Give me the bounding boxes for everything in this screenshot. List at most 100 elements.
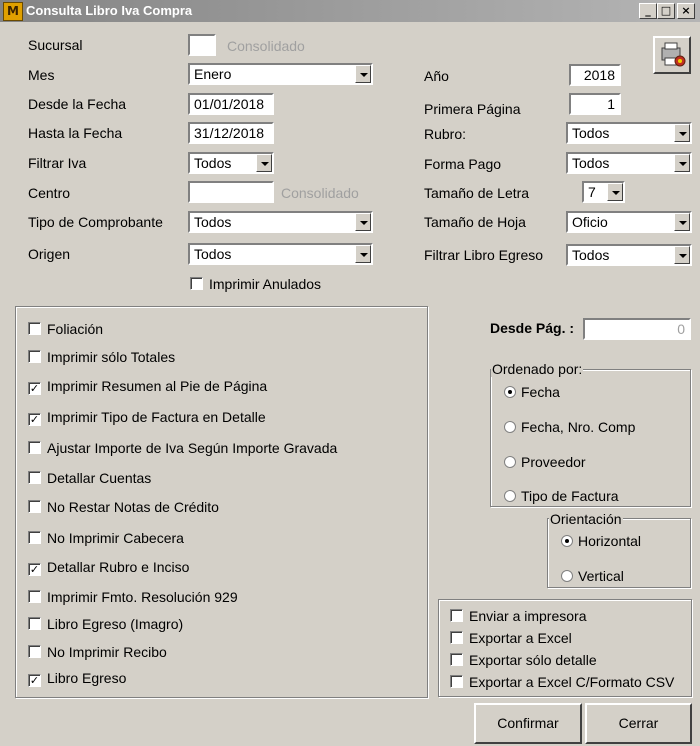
option-label: Imprimir sólo Totales bbox=[47, 349, 176, 365]
radio-label: Fecha, Nro. Comp bbox=[521, 419, 636, 435]
cerrar-button[interactable]: Cerrar bbox=[585, 703, 692, 744]
hasta-fecha-label: Hasta la Fecha bbox=[28, 125, 123, 141]
chevron-down-icon[interactable] bbox=[607, 183, 623, 201]
minimize-icon[interactable]: _ bbox=[639, 3, 657, 19]
option-checkbox[interactable]: Detallar Cuentas bbox=[28, 470, 151, 486]
checkbox-icon[interactable] bbox=[190, 277, 203, 290]
tipo-comprobante-label: Tipo de Comprobante bbox=[28, 214, 163, 230]
option-label: Detallar Cuentas bbox=[47, 470, 152, 486]
checkbox-icon[interactable] bbox=[28, 500, 41, 513]
option-checkbox[interactable]: Imprimir sólo Totales bbox=[28, 349, 175, 365]
mes-label: Mes bbox=[28, 67, 55, 83]
chevron-down-icon[interactable] bbox=[674, 124, 690, 142]
output-option-label: Exportar a Excel bbox=[469, 630, 572, 646]
checkbox-icon[interactable] bbox=[28, 471, 41, 484]
desde-pag-input[interactable]: 0 bbox=[583, 318, 691, 340]
option-checkbox[interactable]: No Imprimir Cabecera bbox=[28, 530, 184, 546]
option-checkbox[interactable]: No Restar Notas de Crédito bbox=[28, 499, 219, 515]
checkbox-icon[interactable] bbox=[28, 590, 41, 603]
output-option-checkbox[interactable]: Exportar a Excel C/Formato CSV bbox=[450, 674, 674, 690]
desde-fecha-label: Desde la Fecha bbox=[28, 96, 127, 112]
tipo-comprobante-select[interactable]: Todos bbox=[188, 211, 373, 233]
chevron-down-icon[interactable] bbox=[674, 246, 690, 264]
filtrar-libro-egreso-label: Filtrar Libro Egreso bbox=[424, 247, 544, 263]
option-checkbox[interactable]: ✓ Detallar Rubro e Inciso bbox=[28, 559, 189, 576]
sucursal-input[interactable] bbox=[188, 34, 216, 56]
printer-settings-button[interactable] bbox=[653, 36, 691, 74]
primera-pagina-label: Primera Página bbox=[424, 101, 521, 117]
radio-option[interactable]: Tipo de Factura bbox=[504, 488, 619, 504]
checkbox-icon[interactable]: ✓ bbox=[28, 674, 41, 687]
imprimir-anulados-checkbox[interactable]: Imprimir Anulados bbox=[190, 276, 321, 292]
filtrar-iva-select[interactable]: Todos bbox=[188, 152, 274, 174]
radio-icon[interactable] bbox=[561, 570, 573, 582]
option-checkbox[interactable]: Ajustar Importe de Iva Según Importe Gra… bbox=[28, 440, 337, 456]
checkbox-icon[interactable] bbox=[450, 631, 463, 644]
sucursal-consolidado-hint: Consolidado bbox=[227, 38, 305, 54]
option-label: No Restar Notas de Crédito bbox=[47, 499, 219, 515]
option-checkbox[interactable]: ✓ Libro Egreso bbox=[28, 670, 126, 687]
chevron-down-icon[interactable] bbox=[355, 213, 371, 231]
option-label: Libro Egreso bbox=[47, 670, 127, 686]
tamano-letra-select[interactable]: 7 bbox=[582, 181, 625, 203]
radio-option[interactable]: Horizontal bbox=[561, 533, 641, 549]
sucursal-label: Sucursal bbox=[28, 37, 83, 53]
forma-pago-select[interactable]: Todos bbox=[566, 152, 692, 174]
maximize-icon[interactable]: □ bbox=[657, 3, 675, 19]
option-checkbox[interactable]: No Imprimir Recibo bbox=[28, 644, 167, 660]
radio-icon[interactable] bbox=[504, 456, 516, 468]
option-checkbox[interactable]: Foliación bbox=[28, 321, 103, 337]
output-option-checkbox[interactable]: Enviar a impresora bbox=[450, 608, 587, 624]
checkbox-icon[interactable]: ✓ bbox=[28, 382, 41, 395]
checkbox-icon[interactable] bbox=[28, 617, 41, 630]
mes-select[interactable]: Enero bbox=[188, 63, 373, 85]
output-option-checkbox[interactable]: Exportar a Excel bbox=[450, 630, 572, 646]
option-label: Imprimir Resumen al Pie de Página bbox=[47, 378, 268, 394]
radio-icon[interactable] bbox=[504, 386, 516, 398]
output-option-checkbox[interactable]: Exportar sólo detalle bbox=[450, 652, 597, 668]
checkbox-icon[interactable] bbox=[450, 675, 463, 688]
rubro-label: Rubro: bbox=[424, 126, 467, 142]
radio-option[interactable]: Fecha bbox=[504, 384, 560, 400]
checkbox-icon[interactable] bbox=[28, 322, 41, 335]
origen-select[interactable]: Todos bbox=[188, 243, 373, 265]
rubro-select[interactable]: Todos bbox=[566, 122, 692, 144]
confirmar-button[interactable]: Confirmar bbox=[474, 703, 582, 744]
chevron-down-icon[interactable] bbox=[355, 65, 371, 83]
option-checkbox[interactable]: ✓ Imprimir Resumen al Pie de Página bbox=[28, 378, 267, 395]
checkbox-icon[interactable] bbox=[450, 609, 463, 622]
radio-option[interactable]: Fecha, Nro. Comp bbox=[504, 419, 635, 435]
checkbox-icon[interactable] bbox=[450, 653, 463, 666]
radio-icon[interactable] bbox=[504, 490, 516, 502]
output-option-label: Exportar a Excel C/Formato CSV bbox=[469, 674, 675, 690]
desde-fecha-input[interactable]: 01/01/2018 bbox=[188, 93, 274, 115]
primera-pagina-input[interactable]: 1 bbox=[569, 93, 621, 115]
centro-input[interactable] bbox=[188, 181, 274, 203]
option-checkbox[interactable]: Libro Egreso (Imagro) bbox=[28, 616, 183, 632]
chevron-down-icon[interactable] bbox=[355, 245, 371, 263]
option-label: No Imprimir Recibo bbox=[47, 644, 167, 660]
checkbox-icon[interactable] bbox=[28, 531, 41, 544]
filtrar-libro-egreso-select[interactable]: Todos bbox=[566, 244, 692, 266]
ordenado-por-title: Ordenado por: bbox=[491, 361, 584, 377]
radio-option[interactable]: Proveedor bbox=[504, 454, 586, 470]
checkbox-icon[interactable] bbox=[28, 350, 41, 363]
checkbox-icon[interactable] bbox=[28, 441, 41, 454]
checkbox-icon[interactable]: ✓ bbox=[28, 413, 41, 426]
checkbox-icon[interactable]: ✓ bbox=[28, 563, 41, 576]
anio-input[interactable]: 2018 bbox=[569, 64, 621, 86]
option-label: Detallar Rubro e Inciso bbox=[47, 559, 190, 575]
close-icon[interactable]: × bbox=[677, 3, 695, 19]
radio-icon[interactable] bbox=[561, 535, 573, 547]
chevron-down-icon[interactable] bbox=[674, 213, 690, 231]
option-label: No Imprimir Cabecera bbox=[47, 530, 184, 546]
hasta-fecha-input[interactable]: 31/12/2018 bbox=[188, 122, 274, 144]
radio-option[interactable]: Vertical bbox=[561, 568, 624, 584]
checkbox-icon[interactable] bbox=[28, 645, 41, 658]
option-checkbox[interactable]: ✓ Imprimir Tipo de Factura en Detalle bbox=[28, 409, 266, 426]
option-checkbox[interactable]: Imprimir Fmto. Resolución 929 bbox=[28, 589, 238, 605]
radio-icon[interactable] bbox=[504, 421, 516, 433]
chevron-down-icon[interactable] bbox=[674, 154, 690, 172]
chevron-down-icon[interactable] bbox=[256, 154, 272, 172]
tamano-hoja-select[interactable]: Oficio bbox=[566, 211, 692, 233]
